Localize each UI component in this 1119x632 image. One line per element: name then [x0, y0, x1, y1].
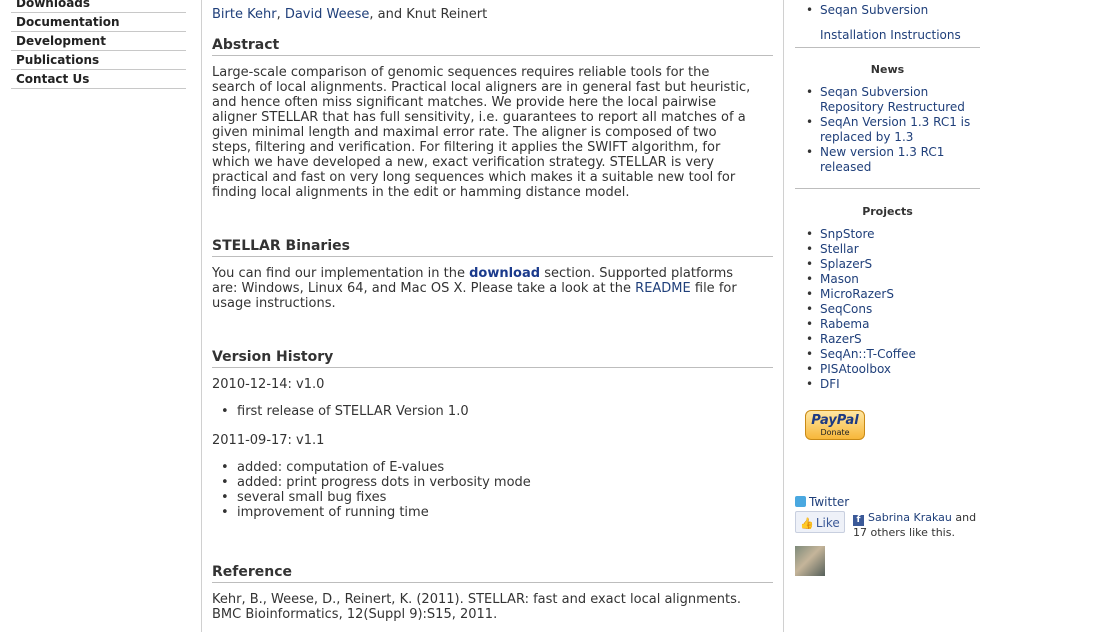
binaries-text-part: file for [690, 281, 737, 296]
version-1-1-changes: added: computation of E-values added: pr… [212, 460, 531, 520]
project-link-splazers[interactable]: SplazerS [820, 257, 872, 271]
project-link-seqcons[interactable]: SeqCons [820, 302, 872, 316]
news-item[interactable]: New version 1.3 RC1released [806, 145, 1005, 175]
authors-line: Birte Kehr, David Weese, and Knut Reiner… [212, 7, 487, 22]
facebook-like-button[interactable]: 👍 Like [795, 511, 845, 533]
nav-item-documentation[interactable]: Documentation [11, 13, 186, 32]
news-item[interactable]: Seqan SubversionRepository Restructured [806, 85, 1005, 115]
news-link[interactable]: Repository Restructured [820, 100, 965, 114]
column-divider-right [783, 0, 784, 632]
reference-text: Kehr, B., Weese, D., Reinert, K. (2011).… [212, 592, 773, 622]
fb-like-text: 17 others like this. [853, 526, 955, 539]
news-list: Seqan SubversionRepository Restructured … [795, 85, 1005, 175]
list-item: added: print progress dots in verbosity … [221, 475, 531, 490]
project-link-snpstore[interactable]: SnpStore [820, 227, 875, 241]
news-item[interactable]: SeqAn Version 1.3 RC1 isreplaced by 1.3 [806, 115, 1005, 145]
binaries-text-part: are: Windows, Linux 64, and Mac OS X. Pl… [212, 281, 636, 296]
list-item: added: computation of E-values [221, 460, 531, 475]
nav-item-contact-us[interactable]: Contact Us [11, 70, 186, 89]
project-link-razers[interactable]: RazerS [820, 332, 862, 346]
version-1-0-changes: first release of STELLAR Version 1.0 [212, 404, 469, 419]
abstract-line: finding local alignments in the edit or … [212, 185, 630, 200]
news-link[interactable]: replaced by 1.3 [820, 130, 913, 144]
abstract-line: Large-scale comparison of genomic sequen… [212, 65, 710, 80]
twitter-link[interactable]: Twitter [795, 495, 849, 510]
installation-instructions-link[interactable]: Installation Instructions [820, 28, 961, 43]
list-item: first release of STELLAR Version 1.0 [221, 404, 469, 419]
reference-line: Kehr, B., Weese, D., Reinert, K. (2011).… [212, 592, 742, 607]
svn-list: Seqan Subversion [795, 3, 980, 18]
paypal-donate-button[interactable]: PayPal Donate [805, 410, 865, 440]
left-navigation: Downloads Documentation Development Publ… [11, 0, 186, 89]
paypal-logo: PayPal [811, 413, 859, 428]
facebook-friend-avatar[interactable] [795, 546, 825, 576]
abstract-line: aligner STELLAR that has full sensitivit… [212, 110, 746, 125]
nav-item-development[interactable]: Development [11, 32, 186, 51]
project-link-microrazers[interactable]: MicroRazerS [820, 287, 894, 301]
list-item: several small bug fixes [221, 490, 531, 505]
binaries-text-part: section. Supported platforms [540, 266, 734, 281]
author-tail: , and Knut Reinert [369, 7, 488, 22]
news-link[interactable]: released [820, 160, 871, 174]
project-link-mason[interactable]: Mason [820, 272, 859, 286]
fb-like-text: and [951, 511, 977, 524]
abstract-line: which we have developed a new, exact ver… [212, 155, 715, 170]
project-link-pisatoolbox[interactable]: PISAtoolbox [820, 362, 891, 376]
news-link[interactable]: Seqan Subversion [820, 85, 928, 99]
news-link[interactable]: New version 1.3 RC1 [820, 145, 944, 159]
version-1-1-date: 2011-09-17: v1.1 [212, 433, 325, 448]
twitter-icon [795, 496, 806, 507]
abstract-text: Large-scale comparison of genomic sequen… [212, 65, 773, 200]
column-divider-left [201, 0, 202, 632]
binaries-text: You can find our implementation in the d… [212, 266, 773, 311]
list-item: improvement of running time [221, 505, 531, 520]
facebook-like-summary: f Sabrina Krakau and 17 others like this. [853, 511, 983, 540]
version-1-0-date: 2010-12-14: v1.0 [212, 377, 325, 392]
version-history-heading: Version History [212, 350, 773, 368]
abstract-heading: Abstract [212, 38, 773, 56]
like-label: Like [815, 516, 840, 530]
news-link[interactable]: SeqAn Version 1.3 RC1 is [820, 115, 970, 129]
facebook-icon: f [853, 515, 864, 526]
news-heading: News [870, 63, 905, 76]
facebook-user-link[interactable]: Sabrina Krakau [868, 511, 952, 524]
abstract-line: given minimal length and maximal error r… [212, 125, 717, 140]
abstract-line: and hence often miss significant matches… [212, 95, 717, 110]
project-link-stellar[interactable]: Stellar [820, 242, 859, 256]
binaries-heading: STELLAR Binaries [212, 239, 773, 257]
projects-list: SnpStore Stellar SplazerS Mason MicroRaz… [795, 227, 1005, 392]
readme-link[interactable]: README [635, 281, 691, 296]
thumbs-up-icon: 👍 [800, 517, 814, 530]
nav-item-downloads[interactable]: Downloads [11, 0, 186, 13]
reference-heading: Reference [212, 565, 773, 583]
binaries-text-part: usage instructions. [212, 296, 336, 311]
binaries-text-part: You can find our implementation in the [212, 266, 470, 281]
author-link-birte-kehr[interactable]: Birte Kehr [212, 7, 277, 22]
abstract-line: search of local alignments. Practical lo… [212, 80, 751, 95]
reference-line: BMC Bioinformatics, 12(Suppl 9):S15, 201… [212, 607, 498, 622]
seqan-subversion-link[interactable]: Seqan Subversion [820, 3, 928, 17]
project-link-dfi[interactable]: DFI [820, 377, 840, 391]
download-link[interactable]: download [469, 266, 540, 281]
abstract-line: practical and fast on very long sequence… [212, 170, 736, 185]
sidebar-divider [795, 47, 980, 48]
author-separator: , [276, 7, 285, 22]
nav-item-publications[interactable]: Publications [11, 51, 186, 70]
donate-label: Donate [820, 428, 850, 437]
twitter-label: Twitter [809, 495, 850, 509]
projects-heading: Projects [862, 205, 913, 218]
abstract-line: steps, filtering and verification. For f… [212, 140, 721, 155]
sidebar-divider [795, 188, 980, 189]
project-link-rabema[interactable]: Rabema [820, 317, 869, 331]
project-link-seqan-t-coffee[interactable]: SeqAn::T-Coffee [820, 347, 916, 361]
author-link-david-weese[interactable]: David Weese [285, 7, 370, 22]
